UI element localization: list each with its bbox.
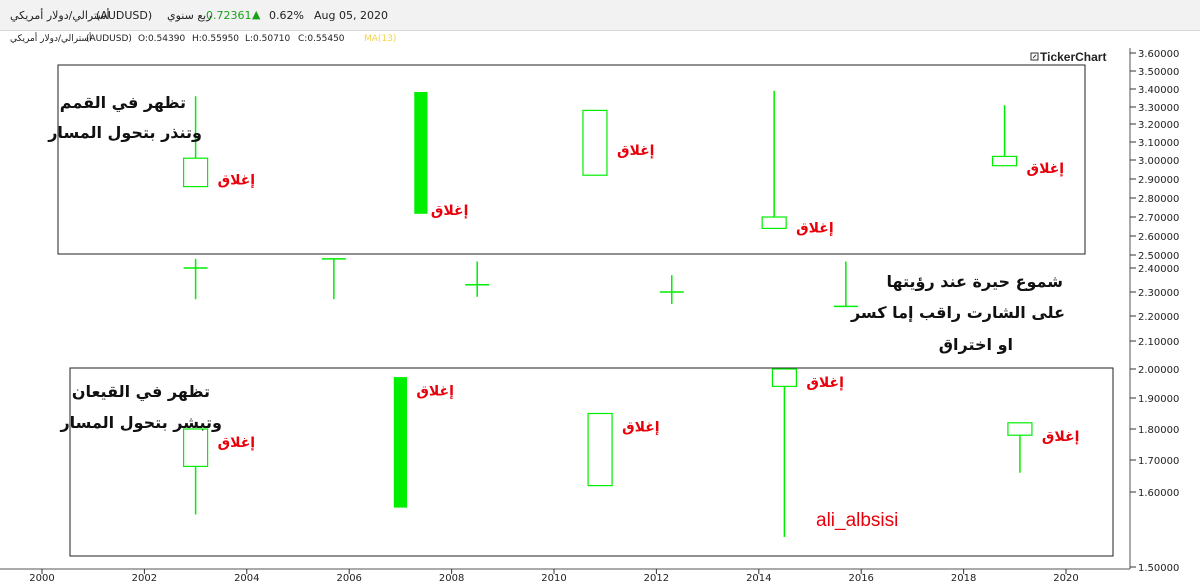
bottom-box-caption-line1: تظهر في القيعان — [72, 382, 210, 402]
y-tick-label: 3.30000 — [1138, 103, 1179, 114]
brand-logo: TickerChart — [1030, 50, 1106, 64]
y-tick-label: 1.60000 — [1138, 488, 1179, 499]
y-tick-label: 2.70000 — [1138, 213, 1179, 224]
ohlc-high: H:0.55950 — [192, 34, 240, 44]
candle-body — [761, 216, 787, 229]
x-tick-label: 2016 — [848, 573, 873, 584]
quote-date: Aug 05, 2020 — [314, 9, 388, 22]
x-tick-label: 2012 — [644, 573, 669, 584]
close-label: إغلاق — [796, 220, 834, 236]
y-tick-label: 2.80000 — [1138, 194, 1179, 205]
y-tick-label: 1.90000 — [1138, 394, 1179, 405]
x-tick-label: 2014 — [746, 573, 771, 584]
last-price: 0.72361 — [206, 9, 252, 22]
candle-body — [393, 377, 407, 508]
y-tick-label: 2.60000 — [1138, 232, 1179, 243]
top-box-caption-line2: وتنذر بتحول المسار — [47, 123, 202, 142]
x-tick-label: 2010 — [541, 573, 566, 584]
y-tick-label: 3.20000 — [1138, 120, 1179, 131]
x-tick-label: 2018 — [951, 573, 976, 584]
close-label: إغلاق — [622, 420, 660, 436]
close-label: إغلاق — [431, 203, 469, 219]
ohlc-symbol-name: أسترالي/دولار أمريكي — [10, 34, 92, 44]
ohlc-bar: أسترالي/دولار أمريكي (AUDUSD) O:0.54390 … — [0, 31, 1130, 47]
candle-body — [991, 155, 1018, 167]
y-tick-label: 1.80000 — [1138, 425, 1179, 436]
y-tick-label: 2.50000 — [1138, 251, 1179, 262]
y-tick-label: 2.40000 — [1138, 264, 1179, 275]
middle-caption-line2: على الشارت راقب إما كسر — [850, 303, 1065, 322]
brand-name: TickerChart — [1040, 50, 1106, 64]
close-label: إغلاق — [218, 435, 256, 451]
y-tick-label: 1.70000 — [1138, 456, 1179, 467]
candle-body — [414, 91, 428, 214]
y-tick-label: 2.00000 — [1138, 365, 1179, 376]
ohlc-symbol-code: (AUDUSD) — [86, 34, 132, 44]
close-label: إغلاق — [1027, 161, 1065, 177]
candle-body — [587, 412, 613, 487]
middle-caption-line1: شموع حيرة عند رؤيتها — [886, 272, 1063, 291]
x-tick-label: 2006 — [336, 573, 361, 584]
y-tick-label: 3.50000 — [1138, 67, 1179, 78]
author-watermark: ali_albsisi — [816, 510, 898, 531]
close-label: إغلاق — [416, 384, 454, 400]
x-tick-label: 2020 — [1053, 573, 1078, 584]
candle-body — [771, 368, 798, 387]
bottom-box-caption-line2: وتبشر بتحول المسار — [59, 413, 222, 432]
y-tick-label: 2.90000 — [1138, 175, 1179, 186]
candle-body — [183, 157, 209, 188]
middle-caption-line3: او اختراق — [939, 335, 1013, 354]
x-tick-label: 2008 — [439, 573, 464, 584]
ohlc-open: O:0.54390 — [138, 34, 186, 44]
close-label: إغلاق — [1042, 429, 1080, 445]
x-tick-label: 2004 — [234, 573, 259, 584]
y-axis: 3.60000 3.50000 3.40000 3.30000 3.20000 3.100… — [1130, 49, 1179, 574]
change-percent: 0.62% — [269, 9, 304, 22]
candle-body — [582, 109, 608, 176]
y-tick-label: 3.00000 — [1138, 156, 1179, 167]
candlestick-chart: 3.60000 3.50000 3.40000 3.30000 3.20000 3.100… — [0, 48, 1179, 584]
y-tick-label: 3.10000 — [1138, 138, 1179, 149]
y-tick-label: 2.30000 — [1138, 288, 1179, 299]
close-label: إغلاق — [806, 375, 844, 391]
title-bar: أسترالي/دولار أمريكي (AUDUSD) ربع سنوي 0… — [0, 0, 1200, 31]
y-tick-label: 3.60000 — [1138, 49, 1179, 60]
close-label: إغلاق — [218, 172, 256, 188]
x-axis: 2000 2002 2004 2006 2008 2010 2012 2014 2016 2018… — [29, 569, 1079, 584]
candle-body — [1007, 422, 1033, 436]
ohlc-close: C:0.55450 — [298, 34, 345, 44]
ohlc-low: L:0.50710 — [245, 34, 291, 44]
x-tick-label: 2002 — [132, 573, 157, 584]
close-label: إغلاق — [617, 143, 655, 159]
up-arrow-icon: ▲ — [252, 8, 261, 21]
y-tick-label: 3.40000 — [1138, 85, 1179, 96]
top-box-caption-line1: تظهر في القمم — [60, 93, 186, 113]
candle-body — [183, 428, 209, 468]
y-tick-label: 2.10000 — [1138, 337, 1179, 348]
y-tick-label: 1.50000 — [1138, 563, 1179, 574]
x-tick-label: 2000 — [29, 573, 54, 584]
symbol-code[interactable]: (AUDUSD) — [96, 9, 152, 22]
symbol-name[interactable]: أسترالي/دولار أمريكي — [10, 9, 110, 22]
period-label[interactable]: ربع سنوي — [167, 9, 212, 22]
y-tick-label: 2.20000 — [1138, 312, 1179, 323]
moving-average-legend[interactable]: MA(13) — [364, 34, 396, 44]
